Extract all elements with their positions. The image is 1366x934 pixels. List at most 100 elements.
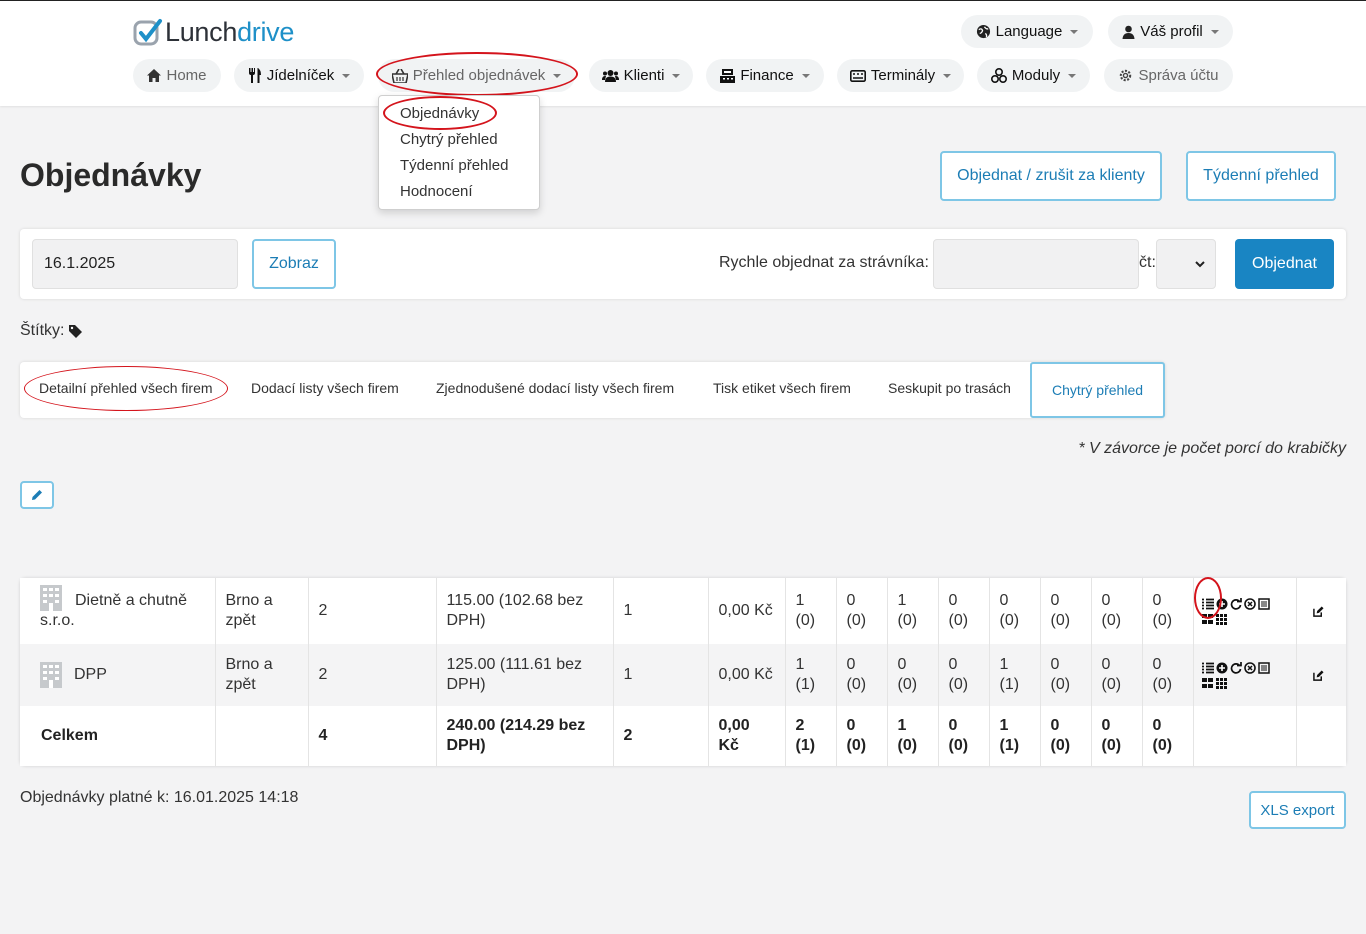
nav-jidelnicek[interactable]: Jídelníček <box>234 59 364 92</box>
tag-icon[interactable] <box>69 324 83 338</box>
orders-valid-text: Objednávky platné k: 16.01.2025 14:18 <box>20 789 299 806</box>
keyboard-icon <box>849 69 866 82</box>
edit-button[interactable] <box>20 481 54 509</box>
xls-export-button[interactable]: XLS export <box>1249 791 1346 829</box>
document-icon[interactable] <box>1257 597 1270 610</box>
chevron-down-icon <box>1195 260 1205 267</box>
tab-chytry-prehled[interactable]: Chytrý přehled <box>1030 362 1165 418</box>
chevron-down-icon <box>1070 29 1079 34</box>
tab-zjednodusene-dodaci-listy[interactable]: Zjednodušené dodací listy všech firem <box>436 380 674 396</box>
edit-square-icon[interactable] <box>1312 605 1324 617</box>
quick-order-input[interactable] <box>933 239 1139 289</box>
grid-large-icon[interactable] <box>1201 613 1214 625</box>
tab-seskupit-po-trasach[interactable]: Seskupit po trasách <box>888 380 1011 396</box>
meal-cell: 0 (0) <box>1091 706 1143 766</box>
list-icon[interactable] <box>1201 662 1214 674</box>
nav-terminaly[interactable]: Terminály <box>837 59 964 92</box>
edit-cell <box>1296 644 1346 706</box>
add-circle-icon[interactable] <box>1216 598 1228 610</box>
meal-cell: 0 (0) <box>1142 706 1194 766</box>
cancel-circle-icon[interactable] <box>1243 597 1256 610</box>
cutlery-icon <box>248 68 261 83</box>
quick-order-label: Rychle objednat za strávníka: <box>719 254 929 271</box>
portion-note: * V závorce je počet porcí do krabičky <box>1078 440 1346 457</box>
chevron-down-icon <box>801 73 810 78</box>
date-input[interactable]: 16.1.2025 <box>32 239 238 289</box>
cancel-circle-icon[interactable] <box>1243 661 1256 674</box>
dropdown-item-tydenni-prehled[interactable]: Týdenní přehled <box>400 157 508 174</box>
profile-menu[interactable]: Váš profil <box>1108 15 1233 48</box>
chevron-down-icon <box>553 73 562 78</box>
nav-klienti-label: Klienti <box>623 67 665 84</box>
nav-finance[interactable]: Finance <box>706 59 824 92</box>
order-cancel-for-clients-button[interactable]: Objednat / zrušit za klienty <box>940 151 1162 201</box>
redo-icon[interactable] <box>1230 661 1242 674</box>
dropdown-item-objednavky[interactable]: Objednávky <box>400 105 479 122</box>
grid-small-icon[interactable] <box>1215 677 1228 689</box>
meal-cell: 0 (0) <box>1142 644 1194 706</box>
meal-cell: 1 (1) <box>785 644 837 706</box>
order-button[interactable]: Objednat <box>1235 239 1334 289</box>
nav-home-label: Home <box>166 67 207 84</box>
home-icon <box>147 69 162 82</box>
meal-cell: 0 (0) <box>1091 578 1143 644</box>
meal-cell: 0 (0) <box>938 706 990 766</box>
nav-moduly[interactable]: Moduly <box>977 59 1090 92</box>
actions-cell <box>1193 706 1297 766</box>
nav-klienti[interactable]: Klienti <box>589 59 693 92</box>
meal-cell: 1 (0) <box>887 706 939 766</box>
building-icon <box>40 662 62 688</box>
gear-icon <box>1120 69 1132 82</box>
meal-cell: 0 (0) <box>836 644 888 706</box>
actions-cell <box>1193 644 1297 706</box>
document-icon[interactable] <box>1257 661 1270 674</box>
qty-cell: 1 <box>613 644 709 706</box>
meal-cell: 0 (0) <box>1040 706 1092 766</box>
tags-label: Štítky: <box>20 322 65 339</box>
chevron-down-icon <box>1068 73 1077 78</box>
company-name[interactable]: DPP <box>74 665 107 685</box>
table-total-row: Celkem 4 240.00 (214.29 bez DPH) 2 0,00 … <box>20 706 1346 766</box>
nav-prehled-label: Přehled objednávek <box>412 67 546 84</box>
edit-square-icon[interactable] <box>1312 669 1324 681</box>
meal-cell: 0 (0) <box>1040 644 1092 706</box>
grid-large-icon[interactable] <box>1201 677 1214 689</box>
weekly-overview-button[interactable]: Týdenní přehled <box>1186 151 1336 201</box>
count-cell: 2 <box>308 578 437 644</box>
nav-prehled-objednavek[interactable]: Přehled objednávek <box>378 59 575 92</box>
tab-tisk-etiket[interactable]: Tisk etiket všech firem <box>713 380 851 396</box>
page-title: Objednávky <box>20 157 202 193</box>
dropdown-item-hodnoceni[interactable]: Hodnocení <box>400 183 473 200</box>
price-cell: 115.00 (102.68 bez DPH) <box>436 578 614 644</box>
tab-dodaci-listy[interactable]: Dodací listy všech firem <box>251 380 399 396</box>
amount-cell: 0,00 Kč <box>708 706 786 766</box>
edit-cell <box>1296 706 1346 766</box>
meal-cell: 0 (0) <box>989 578 1041 644</box>
nav-terminaly-label: Terminály <box>870 67 936 84</box>
amount-cell: 0,00 Kč <box>708 578 786 644</box>
language-menu[interactable]: Language <box>961 15 1093 48</box>
lunchdrive-logo[interactable]: Lunchdrive <box>133 17 294 48</box>
nav-sprava-uctu[interactable]: Správa účtu <box>1104 59 1233 92</box>
globe-icon <box>976 24 990 39</box>
users-icon <box>601 70 619 82</box>
tab-detailni-prehled[interactable]: Detailní přehled všech firem <box>39 380 213 396</box>
table-row: DPP Brno a zpět 2 125.00 (111.61 bez DPH… <box>20 644 1346 706</box>
add-circle-icon[interactable] <box>1216 662 1228 674</box>
redo-icon[interactable] <box>1230 597 1242 610</box>
chevron-down-icon <box>342 73 351 78</box>
price-cell: 240.00 (214.29 bez DPH) <box>436 706 614 766</box>
meal-select[interactable] <box>1156 239 1216 289</box>
day-label: čt: <box>1139 254 1156 271</box>
actions-cell <box>1193 578 1297 644</box>
dropdown-item-chytry-prehled[interactable]: Chytrý přehled <box>400 131 498 148</box>
company-name[interactable]: Dietně a chutně s.r.o. <box>40 591 205 631</box>
cubes-icon <box>990 68 1007 83</box>
meal-cell: 0 (0) <box>1142 578 1194 644</box>
nav-jidelnicek-label: Jídelníček <box>266 67 335 84</box>
meal-cell: 0 (0) <box>836 706 888 766</box>
grid-small-icon[interactable] <box>1215 613 1228 625</box>
list-icon[interactable] <box>1201 598 1214 610</box>
nav-home[interactable]: Home <box>133 59 221 92</box>
show-button[interactable]: Zobraz <box>252 239 336 289</box>
